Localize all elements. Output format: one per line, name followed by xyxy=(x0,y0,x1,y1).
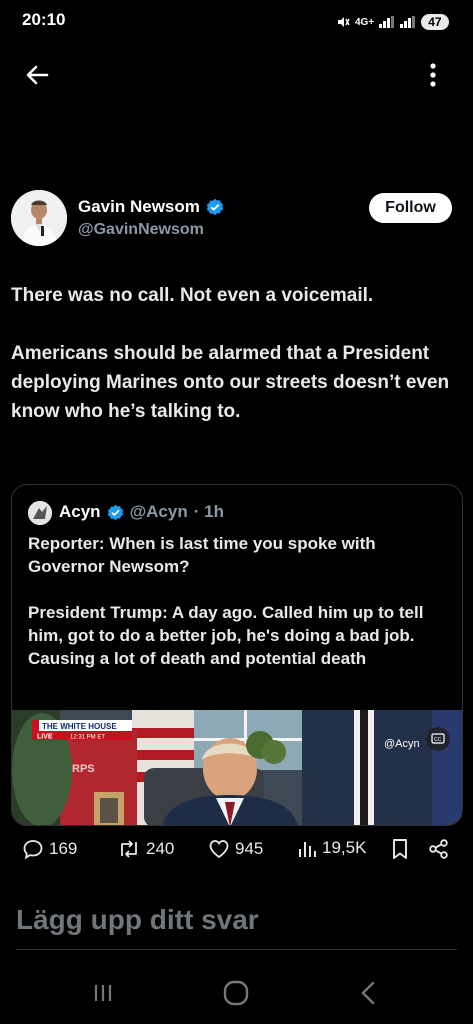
follow-button[interactable]: Follow xyxy=(369,193,452,223)
author-name[interactable]: Gavin Newsom xyxy=(78,197,224,217)
quote-header: Acyn @Acyn · 1h xyxy=(59,502,224,522)
sign-text: RPS xyxy=(72,763,95,775)
mute-icon xyxy=(338,17,350,27)
share-icon xyxy=(429,839,448,859)
network-label: 4G+ xyxy=(355,16,375,28)
quote-paragraph: President Trump: A day ago. Called him u… xyxy=(28,603,424,668)
banner-live: LIVE xyxy=(37,734,53,741)
author-name-text: Gavin Newsom xyxy=(78,197,200,216)
quote-text: Reporter: When is last time you spoke wi… xyxy=(28,532,453,670)
quote-paragraph: Reporter: When is last time you spoke wi… xyxy=(28,534,376,576)
back-button[interactable] xyxy=(20,58,54,92)
signal-icon-2 xyxy=(400,16,416,28)
repost-icon xyxy=(121,840,137,858)
tweet-text: There was no call. Not even a voicemail.… xyxy=(11,281,466,426)
bookmark-icon xyxy=(393,839,407,859)
tweet-paragraph: There was no call. Not even a voicemail. xyxy=(11,285,374,306)
home-button[interactable] xyxy=(221,978,251,1008)
battery-indicator: 47 xyxy=(421,14,449,30)
author-handle[interactable]: @GavinNewsom xyxy=(78,221,204,239)
bar-chart-icon xyxy=(299,842,316,857)
author-avatar[interactable] xyxy=(11,190,67,246)
chevron-left-icon xyxy=(361,981,375,1005)
signal-icon xyxy=(379,16,395,28)
verified-badge-icon xyxy=(206,198,224,216)
repost-button[interactable]: 240 xyxy=(117,838,174,860)
quote-avatar[interactable] xyxy=(28,501,52,525)
banner-title: THE WHITE HOUSE xyxy=(42,722,117,731)
views-button[interactable]: 19,5K xyxy=(297,838,366,858)
recent-apps-button[interactable] xyxy=(88,978,118,1008)
like-button[interactable]: 945 xyxy=(208,838,263,860)
back-nav-button[interactable] xyxy=(354,978,384,1008)
banner-time: 12:31 PM ET xyxy=(70,735,105,741)
recent-apps-icon xyxy=(94,985,112,1001)
verified-badge-icon xyxy=(107,504,123,520)
more-vertical-icon xyxy=(430,63,436,87)
quote-video-thumbnail[interactable]: THE WHITE HOUSE LIVE 12:31 PM ET RPS @Ac… xyxy=(12,710,462,825)
status-time: 20:10 xyxy=(22,10,66,29)
like-count: 945 xyxy=(235,839,264,858)
divider xyxy=(16,949,457,950)
more-options-button[interactable] xyxy=(418,58,448,92)
quote-timestamp: · 1h xyxy=(193,502,224,521)
reply-button[interactable]: 169 xyxy=(22,838,77,860)
quote-author-name: Acyn xyxy=(59,502,101,521)
reply-count: 169 xyxy=(49,839,78,858)
home-icon xyxy=(223,980,249,1006)
bookmark-button[interactable] xyxy=(391,838,409,860)
svg-text:CC: CC xyxy=(434,737,442,743)
tweet-paragraph: Americans should be alarmed that a Presi… xyxy=(11,343,450,422)
quote-author-handle: @Acyn xyxy=(129,502,188,521)
quoted-tweet[interactable]: Acyn @Acyn · 1h Reporter: When is last t… xyxy=(11,484,463,826)
reply-icon xyxy=(23,840,43,860)
arrow-left-icon xyxy=(26,65,49,85)
video-watermark: @Acyn xyxy=(384,738,420,750)
status-icons: 4G+ 47 xyxy=(336,12,449,32)
tweet-actions: 169 240 945 19,5K xyxy=(20,838,460,866)
reply-input[interactable]: Lägg upp ditt svar xyxy=(16,904,456,936)
repost-count: 240 xyxy=(146,839,175,858)
view-count: 19,5K xyxy=(322,838,367,857)
share-button[interactable] xyxy=(428,838,450,860)
heart-icon xyxy=(209,840,229,859)
